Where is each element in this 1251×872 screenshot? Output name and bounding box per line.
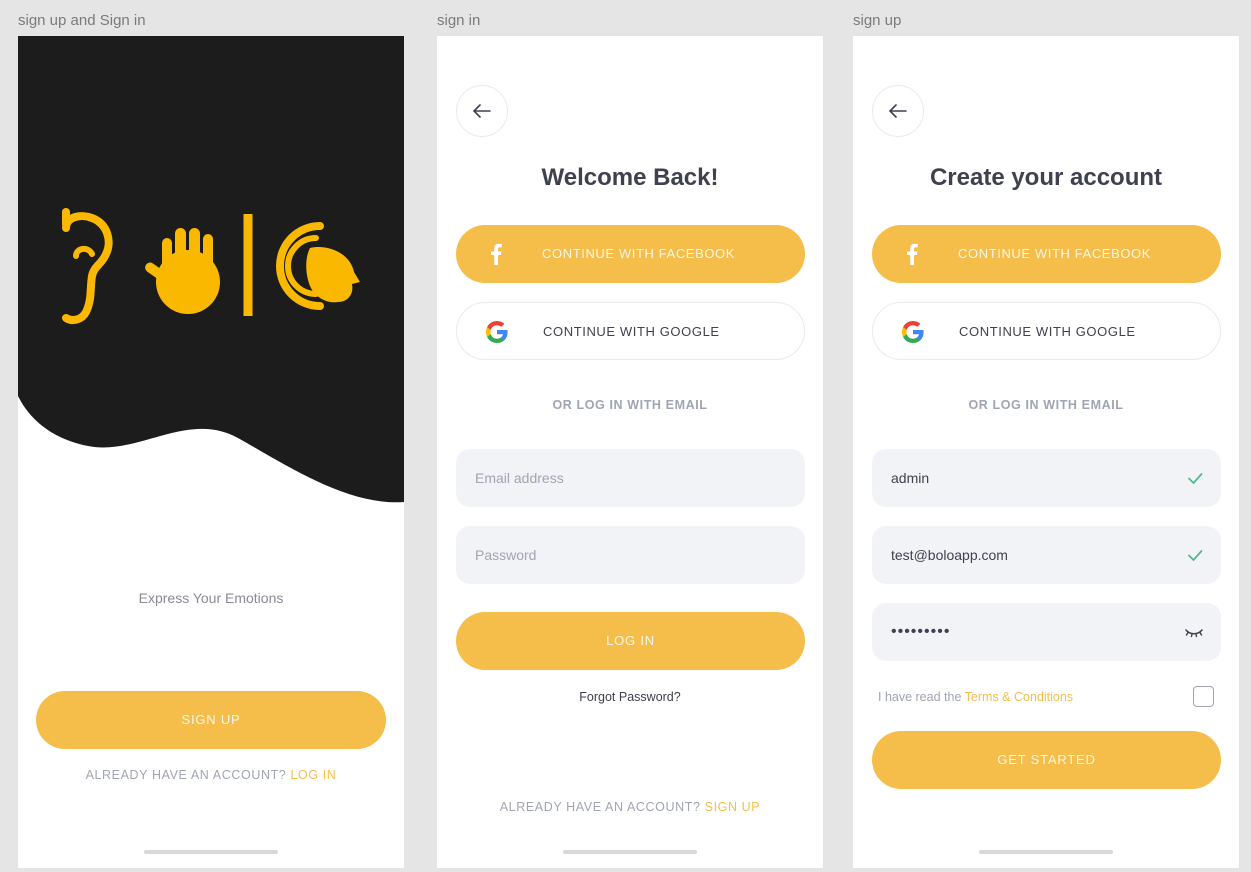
signup-link[interactable]: SIGN UP <box>705 800 761 814</box>
google-icon <box>485 320 509 344</box>
terms-link[interactable]: Terms & Conditions <box>965 690 1073 704</box>
facebook-login-label: CONTINUE WITH FACEBOOK <box>542 246 736 261</box>
facebook-signup-label: CONTINUE WITH FACEBOOK <box>958 246 1152 261</box>
checkmark-icon <box>1188 473 1203 484</box>
arrow-left-icon <box>889 104 907 118</box>
forgot-password-link[interactable]: Forgot Password? <box>437 690 823 704</box>
signup-prompt-text: ALREADY HAVE AN ACCOUNT? <box>499 800 701 814</box>
email-field[interactable]: test@boloapp.com <box>872 526 1221 584</box>
username-field[interactable]: admin <box>872 449 1221 507</box>
frame-label-splash: sign up and Sign in <box>18 12 146 29</box>
back-button[interactable] <box>456 85 508 137</box>
get-started-button[interactable]: GET STARTED <box>872 731 1221 789</box>
email-divider-text: OR LOG IN WITH EMAIL <box>968 398 1124 412</box>
facebook-login-button[interactable]: CONTINUE WITH FACEBOOK <box>456 225 805 283</box>
google-icon <box>901 320 925 344</box>
login-prompt-text: ALREADY HAVE AN ACCOUNT? <box>85 768 287 782</box>
login-prompt: ALREADY HAVE AN ACCOUNT? LOG IN <box>18 768 404 782</box>
frame-label-signup: sign up <box>853 12 902 29</box>
password-field[interactable]: ••••••••• <box>872 603 1221 661</box>
signin-screen: Welcome Back! CONTINUE WITH FACEBOOK CON… <box>437 36 823 868</box>
home-indicator <box>144 850 278 854</box>
frame-label-signin: sign in <box>437 12 481 29</box>
signup-screen: Create your account CONTINUE WITH FACEBO… <box>853 36 1239 868</box>
email-value: test@boloapp.com <box>891 547 1008 563</box>
terms-prefix: I have read the <box>878 690 962 704</box>
terms-checkbox[interactable] <box>1193 686 1214 707</box>
page-title: Welcome Back! <box>541 164 719 191</box>
google-login-button[interactable]: CONTINUE WITH GOOGLE <box>456 302 805 360</box>
bolo-logo <box>62 208 360 324</box>
arrow-left-icon <box>473 104 491 118</box>
splash-screen: Express Your Emotions SIGN UP ALREADY HA… <box>18 36 404 868</box>
home-indicator <box>979 850 1113 854</box>
email-divider-text: OR LOG IN WITH EMAIL <box>552 398 708 412</box>
email-field[interactable]: Email address <box>456 449 805 507</box>
signup-prompt: ALREADY HAVE AN ACCOUNT? SIGN UP <box>437 800 823 814</box>
eye-closed-icon[interactable] <box>1184 623 1204 641</box>
google-signup-label: CONTINUE WITH GOOGLE <box>959 324 1136 339</box>
password-field[interactable]: Password <box>456 526 805 584</box>
login-button[interactable]: LOG IN <box>456 612 805 670</box>
sign-up-button[interactable]: SIGN UP <box>36 691 386 749</box>
home-indicator <box>563 850 697 854</box>
login-link[interactable]: LOG IN <box>290 768 336 782</box>
email-placeholder: Email address <box>475 470 564 486</box>
username-value: admin <box>891 470 930 486</box>
facebook-signup-button[interactable]: CONTINUE WITH FACEBOOK <box>872 225 1221 283</box>
facebook-icon <box>900 242 924 266</box>
terms-text: I have read the Terms & Conditions <box>878 690 1073 704</box>
page-title: Create your account <box>929 164 1163 191</box>
google-signup-button[interactable]: CONTINUE WITH GOOGLE <box>872 302 1221 360</box>
google-login-label: CONTINUE WITH GOOGLE <box>543 324 720 339</box>
checkmark-icon <box>1188 550 1203 561</box>
back-button[interactable] <box>872 85 924 137</box>
password-value: ••••••••• <box>891 623 951 640</box>
facebook-icon <box>484 242 508 266</box>
password-placeholder: Password <box>475 547 537 563</box>
tagline: Express Your Emotions <box>138 590 284 606</box>
